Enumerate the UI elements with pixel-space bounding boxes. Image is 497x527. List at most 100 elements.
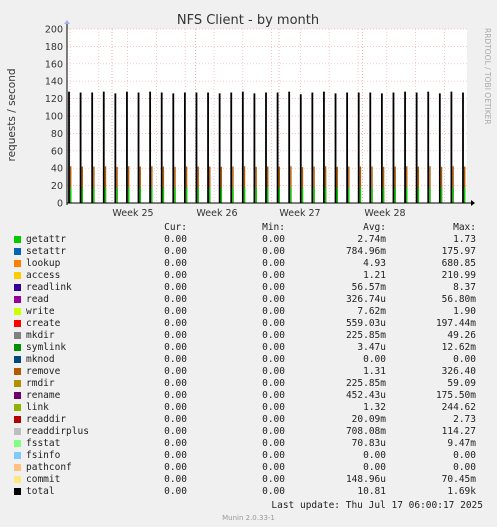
- legend-swatch: [14, 296, 21, 303]
- legend-cur: 0.00: [164, 450, 187, 461]
- spike-getattr: [313, 187, 315, 203]
- y-tick-label: 140: [45, 77, 63, 88]
- legend-max: 175.97: [441, 246, 476, 257]
- legend-row-mknod: mknod 0.00 0.00 0.00 0.00: [0, 354, 497, 366]
- legend-name: link: [26, 402, 49, 413]
- legend-name: readlink: [26, 282, 72, 293]
- spike-bar: [68, 91, 70, 203]
- legend-min: 0.00: [262, 390, 285, 401]
- legend-row-pathconf: pathconf 0.00 0.00 0.00 0.00: [0, 462, 497, 474]
- spike-getattr: [464, 187, 466, 203]
- spike-getattr: [209, 187, 211, 203]
- spike-bar: [323, 91, 325, 203]
- legend-swatch: [14, 344, 21, 351]
- spike-getattr: [174, 187, 176, 203]
- spike-bar: [276, 92, 279, 203]
- legend-cur: 0.00: [164, 426, 187, 437]
- legend-avg: 56.57m: [351, 282, 386, 293]
- legend-row-readdir: readdir 0.00 0.00 20.09m 2.73: [0, 414, 497, 426]
- legend-max: 2.73: [453, 414, 476, 425]
- legend-avg: 2.74m: [357, 234, 386, 245]
- legend-max: 0.00: [453, 450, 476, 461]
- legend-cur: 0.00: [164, 342, 187, 353]
- legend-avg: 452.43u: [345, 390, 386, 401]
- legend-swatch: [14, 464, 21, 471]
- legend-min: 0.00: [262, 402, 285, 413]
- spike-getattr: [139, 187, 141, 203]
- legend-swatch: [14, 392, 21, 399]
- legend-cur: 0.00: [164, 294, 187, 305]
- legend-cur: 0.00: [164, 318, 187, 329]
- legend-avg: 225.85m: [345, 330, 386, 341]
- legend-row-write: write 0.00 0.00 7.62m 1.90: [0, 306, 497, 318]
- legend-row-link: link 0.00 0.00 1.32 244.62: [0, 402, 497, 414]
- spike-getattr: [127, 187, 130, 203]
- legend-swatch: [14, 356, 21, 363]
- x-tick-label: Week 26: [196, 208, 237, 219]
- spike-bar: [137, 92, 140, 203]
- legend-max: 49.26: [447, 330, 476, 341]
- legend-row-readlink: readlink 0.00 0.00 56.57m 8.37: [0, 282, 497, 294]
- legend-avg: 7.62m: [357, 306, 386, 317]
- x-tick-label: Week 28: [364, 208, 405, 219]
- legend-max: 70.45m: [441, 474, 476, 485]
- spike-bar: [427, 91, 430, 203]
- legend-cur: 0.00: [164, 414, 187, 425]
- legend-max: 9.47m: [447, 438, 476, 449]
- spike-getattr: [371, 187, 373, 203]
- spike-getattr: [151, 187, 153, 203]
- legend-cur: 0.00: [164, 378, 187, 389]
- spike-getattr: [301, 187, 304, 203]
- legend-row-lookup: lookup 0.00 0.00 4.93 680.85: [0, 258, 497, 270]
- spike-bar: [79, 92, 82, 203]
- spike-getattr: [162, 187, 165, 203]
- legend-avg: 1.21: [363, 270, 386, 281]
- legend-max: 0.00: [453, 354, 476, 365]
- legend-min: 0.00: [262, 318, 285, 329]
- legend-max: 326.40: [441, 366, 476, 377]
- legend-name: rmdir: [26, 378, 55, 389]
- spike-bar: [114, 93, 117, 203]
- legend-avg: 0.00: [363, 354, 386, 365]
- x-tick-label: Week 25: [112, 208, 153, 219]
- legend-swatch: [14, 260, 21, 267]
- spike-bar: [450, 91, 453, 203]
- legend-row-remove: remove 0.00 0.00 1.31 326.40: [0, 366, 497, 378]
- spike-bar: [253, 93, 256, 203]
- legend-row-fsinfo: fsinfo 0.00 0.00 0.00 0.00: [0, 450, 497, 462]
- legend-row-rename: rename 0.00 0.00 452.43u 175.50m: [0, 390, 497, 402]
- legend-min: 0.00: [262, 246, 285, 257]
- spike-getattr: [406, 187, 408, 203]
- legend-row-create: create 0.00 0.00 559.03u 197.44m: [0, 318, 497, 330]
- legend-name: readdir: [26, 414, 67, 425]
- legend-min: 0.00: [262, 342, 285, 353]
- legend-min: 0.00: [262, 294, 285, 305]
- legend-min: 0.00: [262, 426, 285, 437]
- legend-cur: 0.00: [164, 390, 187, 401]
- chart-title: NFS Client - by month: [177, 13, 319, 28]
- spike-bar: [438, 93, 441, 203]
- legend-avg: 326.74u: [345, 294, 386, 305]
- legend-min: 0.00: [262, 234, 285, 245]
- legend-name: mknod: [26, 354, 55, 365]
- legend-name: lookup: [26, 258, 61, 269]
- legend-swatch: [14, 272, 21, 279]
- spike-getattr: [220, 187, 223, 203]
- legend-swatch: [14, 236, 21, 243]
- spike-getattr: [429, 187, 431, 203]
- legend-cur: 0.00: [164, 486, 187, 497]
- spike-getattr: [440, 187, 443, 203]
- spike-bar: [404, 91, 406, 203]
- y-axis-label: requests / second: [6, 68, 18, 161]
- legend-name: read: [26, 294, 49, 305]
- legend-max: 1.69k: [447, 486, 476, 497]
- spike-getattr: [348, 187, 350, 203]
- spike-bar: [241, 91, 244, 203]
- legend-cur: 0.00: [164, 402, 187, 413]
- y-tick-label: 100: [45, 112, 63, 123]
- spike-bar: [392, 92, 395, 203]
- legend-max: 197.44m: [435, 318, 476, 329]
- legend-swatch: [14, 284, 21, 291]
- legend-row-total: total 0.00 0.00 10.81 1.69k: [0, 486, 497, 498]
- rrdtool-credit: RRDTOOL / TOBI OETIKER: [483, 28, 492, 125]
